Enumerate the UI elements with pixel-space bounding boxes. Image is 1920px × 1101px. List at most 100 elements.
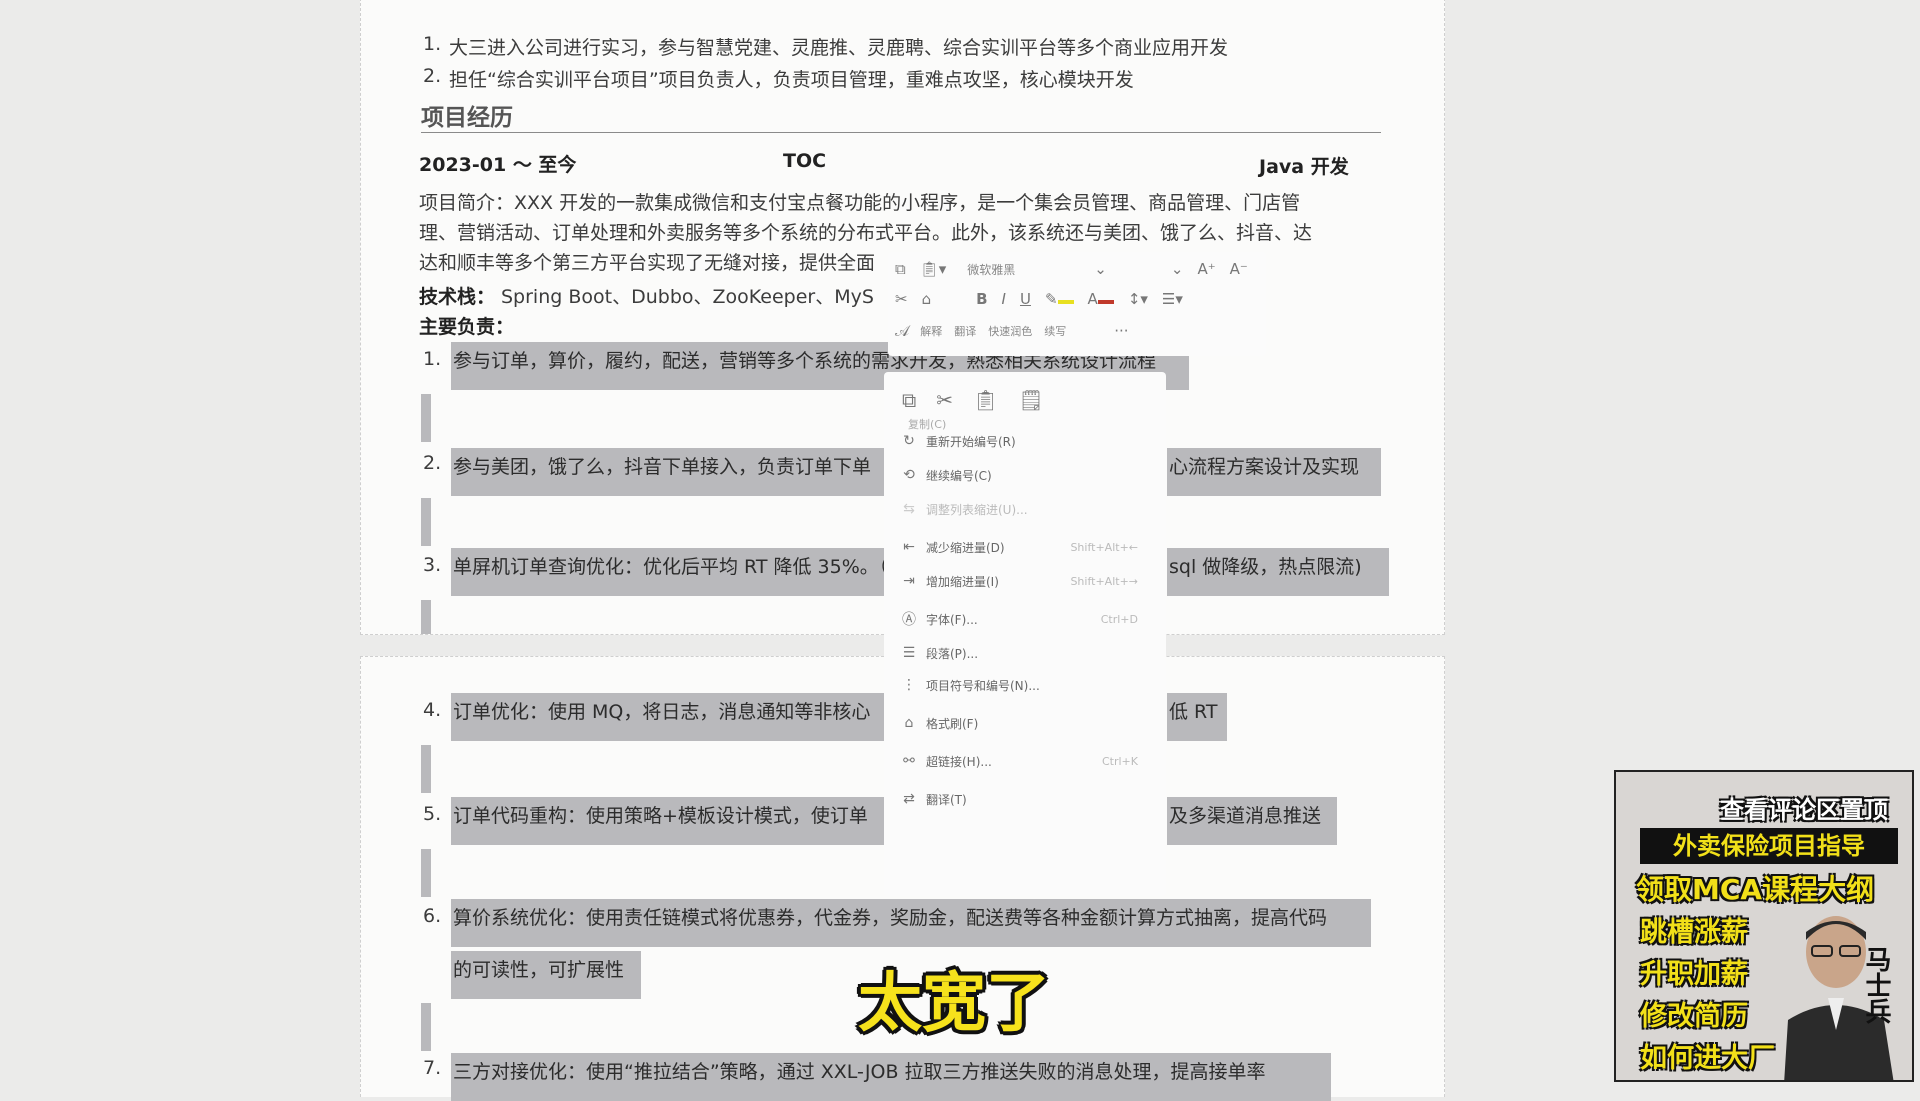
list-number: 7. [423,1057,442,1079]
menu-item-label: 继续编号(C) [926,468,992,483]
project-intro-line-1[interactable]: 项目简介：XXX 开发的一款集成微信和支付宝点餐功能的小程序，是一个集会员管理、… [419,188,1300,215]
project-intro-line-2[interactable]: 理、营销活动、订单处理和外卖服务等多个系统的分布式平台。此外，该系统还与美团、饿… [419,218,1312,245]
menu-item-restart-numbering[interactable]: ↻ 重新开始编号(R) [898,428,1154,454]
promo-item-3: 修改简历 [1640,1001,1748,1032]
menu-item-format-painter[interactable]: ⌂ 格式刷(F) [898,710,1154,736]
duty-item-4-tail[interactable]: 低 RT [1167,693,1227,741]
menu-item-hyperlink[interactable]: ⚯ 超链接(H)... Ctrl+K [898,748,1154,774]
menu-item-label: 段落(P)... [926,646,979,661]
paste-keep-format-icon[interactable]: ⧉ [902,388,916,412]
list-number: 2. [423,65,442,87]
menu-item-label: 调整列表缩进(U)... [926,502,1028,517]
line-spacing-icon[interactable]: ↕▾ [1128,290,1148,308]
duty-item-6-cont[interactable]: 的可读性，可扩展性 [451,951,641,999]
chevron-down-icon[interactable]: ⌄ [1171,260,1184,278]
shrink-font-button[interactable]: A⁻ [1230,260,1248,278]
project-intro-line-3[interactable]: 达和顺丰等多个第三方平台实现了无缝对接，提供全面 [419,248,875,275]
duty-item-6[interactable]: 算价系统优化：使用责任链模式将优惠券，代金券，奖励金，配送费等各种金额计算方式抽… [451,899,1371,947]
italic-button[interactable]: I [1002,290,1006,308]
video-subtitle: 太宽了 [858,967,1050,1041]
list-number: 2. [423,452,442,474]
cut-icon[interactable]: ✂ [936,388,953,412]
menu-item-shortcut: Ctrl+K [1101,754,1138,768]
ai-explain-button[interactable]: 解释 [920,323,942,339]
presenter-name-label: 马士兵 [1861,946,1891,1024]
translate-icon: ⇄ [903,791,915,807]
internship-line-2[interactable]: 担任“综合实训平台项目”项目负责人，负责项目管理，重难点攻坚，核心模块开发 [449,65,1134,92]
menu-item-decrease-indent[interactable]: ⇤ 减少缩进量(D) Shift+Alt+← [898,534,1154,560]
menu-item-continue-numbering[interactable]: ⟲ 继续编号(C) [898,462,1154,488]
promo-item-2: 升职加薪 [1640,959,1748,990]
font-color-icon: A [1087,290,1098,308]
font-name-select[interactable]: 微软雅黑 [967,261,1087,278]
internship-line-1[interactable]: 大三进入公司进行实习，参与智慧党建、灵鹿推、灵鹿聘、综合实训平台等多个商业应用开… [449,33,1228,60]
duty-item-5-tail[interactable]: 及多渠道消息推送 [1167,797,1337,845]
ai-polish-button[interactable]: 快速润色 [988,323,1032,339]
promo-card: 查看评论区置顶 外卖保险项目指导 领取MCA课程大纲 跳槽涨薪 升职加薪 修改简… [1614,770,1914,1082]
menu-item-label: 翻译(T) [926,792,967,807]
bullet-list-icon[interactable]: ☰▾ [1162,290,1183,308]
duty-item-3[interactable]: 单屏机订单查询优化：优化后平均 RT 降低 35%。（ [451,548,888,596]
promo-course-line: 领取MCA课程大纲 [1636,873,1875,906]
duty-item-3-tail[interactable]: sql 做降级，热点限流) [1167,548,1389,596]
restart-numbering-icon: ↻ [903,433,915,449]
duty-item-5[interactable]: 订单代码重构：使用策略+模板设计模式，使订单 [451,797,887,845]
paste-text-only-icon[interactable]: 🗒︎ [1018,388,1043,412]
menu-item-shortcut: Shift+Alt+← [1070,540,1138,554]
bold-button[interactable]: B [976,290,987,308]
ai-translate-button[interactable]: 翻译 [954,323,976,339]
highlighter-icon: ✎ [1044,290,1058,308]
promo-item-1: 跳槽涨薪 [1640,917,1748,948]
grow-font-button[interactable]: A⁺ [1197,260,1215,278]
ai-continue-button[interactable]: 续写 [1044,323,1066,339]
promo-top-text: 查看评论区置顶 [1720,796,1888,824]
paste-merge-icon[interactable]: 📋︎ [973,388,998,412]
cut-icon[interactable]: ✂ [895,290,908,308]
list-number: 5. [423,803,442,825]
font-color-button[interactable]: A [1088,290,1114,308]
tech-stack-value[interactable]: Spring Boot、Dubbo、ZooKeeper、MyS [501,282,874,309]
selection-stub [421,394,431,442]
duties-label: 主要负责： [419,316,515,338]
menu-item-paragraph[interactable]: ☰ 段落(P)... [898,640,1154,666]
selection-stub [421,498,431,546]
chevron-down-icon[interactable]: ⌄ [1094,260,1107,278]
duty-item-2[interactable]: 参与美团，饿了么，抖音下单接入，负责订单下单 [451,448,887,496]
menu-item-translate[interactable]: ⇄ 翻译(T) [898,786,1154,812]
font-icon: Ⓐ [902,612,916,628]
increase-indent-icon: ⇥ [903,573,915,589]
paste-icon[interactable]: 📋︎▾ [920,260,947,278]
duty-item-4[interactable]: 订单优化：使用 MQ，将日志，消息通知等非核心 [451,693,887,741]
floating-format-toolbar: ⧉ 📋︎▾ 微软雅黑 ⌄ ⌄ A⁺ A⁻ ✂ ⌂ B I U ✎ A ↕▾ ☰▾… [888,252,1266,356]
highlight-swatch [1057,300,1074,304]
bullets-numbering-icon: ⋮ [902,677,916,693]
menu-item-adjust-list-indent: ⇆ 调整列表缩进(U)... [898,496,1154,522]
context-menu: ⧉ ✂ 📋︎ 🗒︎ 复制(C) ↻ 重新开始编号(R) ⟲ 继续编号(C) ⇆ 调整列表缩… [884,372,1166,896]
copy-icon[interactable]: ⧉ [895,260,906,278]
format-painter-icon[interactable]: ⌂ [922,290,932,308]
selection-stub [421,849,431,897]
menu-item-label: 项目符号和编号(N)... [926,678,1040,693]
menu-item-label: 减少缩进量(D) [926,540,1005,555]
menu-item-font[interactable]: Ⓐ 字体(F)... Ctrl+D [898,606,1154,632]
list-number: 6. [423,905,442,927]
menu-item-label: 格式刷(F) [926,716,979,731]
project-name: TOC [783,150,827,172]
styles-icon[interactable]: 𝒜 [895,322,909,340]
duty-item-7[interactable]: 三方对接优化：使用“推拉结合”策略，通过 XXL-JOB 拉取三方推送失败的消息… [451,1053,1331,1101]
menu-item-bullets-numbering[interactable]: ⋮ 项目符号和编号(N)... [898,672,1154,698]
selection-stub [421,745,431,793]
promo-banner-line: 外卖保险项目指导 [1640,828,1898,864]
menu-item-label: 字体(F)... [926,612,978,627]
more-options-button[interactable]: ··· [1114,322,1128,340]
list-number: 4. [423,699,442,721]
underline-button[interactable]: U [1020,290,1031,308]
duty-item-2-tail[interactable]: 心流程方案设计及实现 [1167,448,1381,496]
paragraph-icon: ☰ [902,645,916,661]
section-title-projects: 项目经历 [421,105,513,131]
highlight-color-button[interactable]: ✎ [1045,290,1074,308]
menu-item-shortcut: Shift+Alt+→ [1070,574,1138,588]
menu-item-increase-indent[interactable]: ⇥ 增加缩进量(I) Shift+Alt+→ [898,568,1154,594]
list-number: 1. [423,33,442,55]
menu-item-label: 重新开始编号(R) [926,434,1016,449]
